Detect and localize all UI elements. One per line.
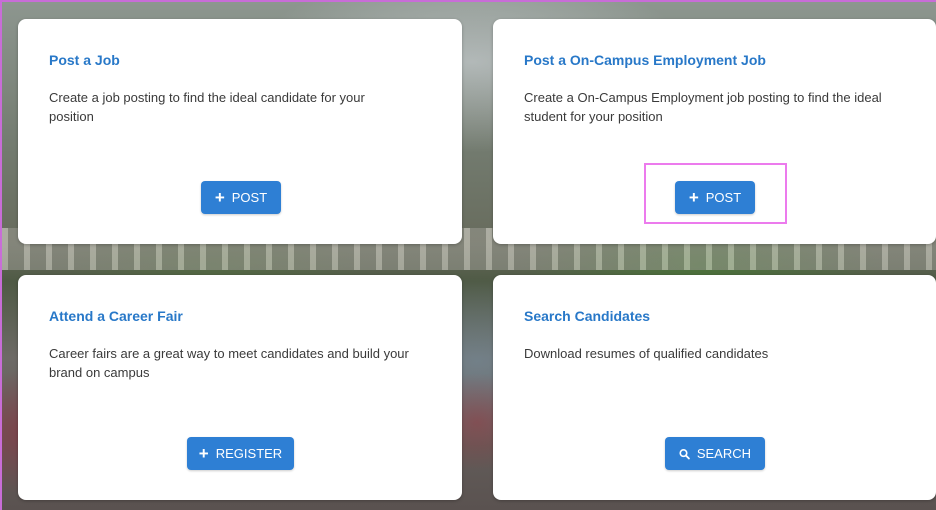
career-fair-card: Attend a Career Fair Career fairs are a … bbox=[18, 275, 462, 500]
button-label: POST bbox=[231, 190, 268, 205]
plus-icon: + bbox=[214, 188, 225, 207]
card-description: Create a On-Campus Employment job postin… bbox=[524, 90, 882, 124]
card-title: Attend a Career Fair bbox=[49, 308, 183, 324]
card-description: Create a job posting to find the ideal c… bbox=[49, 90, 365, 124]
button-label: SEARCH bbox=[696, 446, 751, 461]
search-icon bbox=[679, 448, 690, 459]
button-label: POST bbox=[705, 190, 742, 205]
post-job-card: Post a Job Create a job posting to find … bbox=[18, 19, 462, 244]
register-career-fair-button[interactable]: + REGISTER bbox=[187, 437, 294, 470]
card-title: Post a On-Campus Employment Job bbox=[524, 52, 766, 68]
page-frame: Post a Job Create a job posting to find … bbox=[0, 0, 936, 510]
post-on-campus-job-card: Post a On-Campus Employment Job Create a… bbox=[493, 19, 936, 244]
post-on-campus-job-button[interactable]: + POST bbox=[675, 181, 755, 214]
plus-icon: + bbox=[688, 188, 699, 207]
plus-icon: + bbox=[198, 444, 209, 463]
card-description: Download resumes of qualified candidates bbox=[524, 346, 769, 361]
search-candidates-button[interactable]: SEARCH bbox=[665, 437, 765, 470]
card-description: Career fairs are a great way to meet can… bbox=[49, 346, 409, 380]
search-candidates-card: Search Candidates Download resumes of qu… bbox=[493, 275, 936, 500]
card-title: Post a Job bbox=[49, 52, 120, 68]
button-label: REGISTER bbox=[215, 446, 283, 461]
post-job-button[interactable]: + POST bbox=[201, 181, 281, 214]
card-title: Search Candidates bbox=[524, 308, 651, 324]
